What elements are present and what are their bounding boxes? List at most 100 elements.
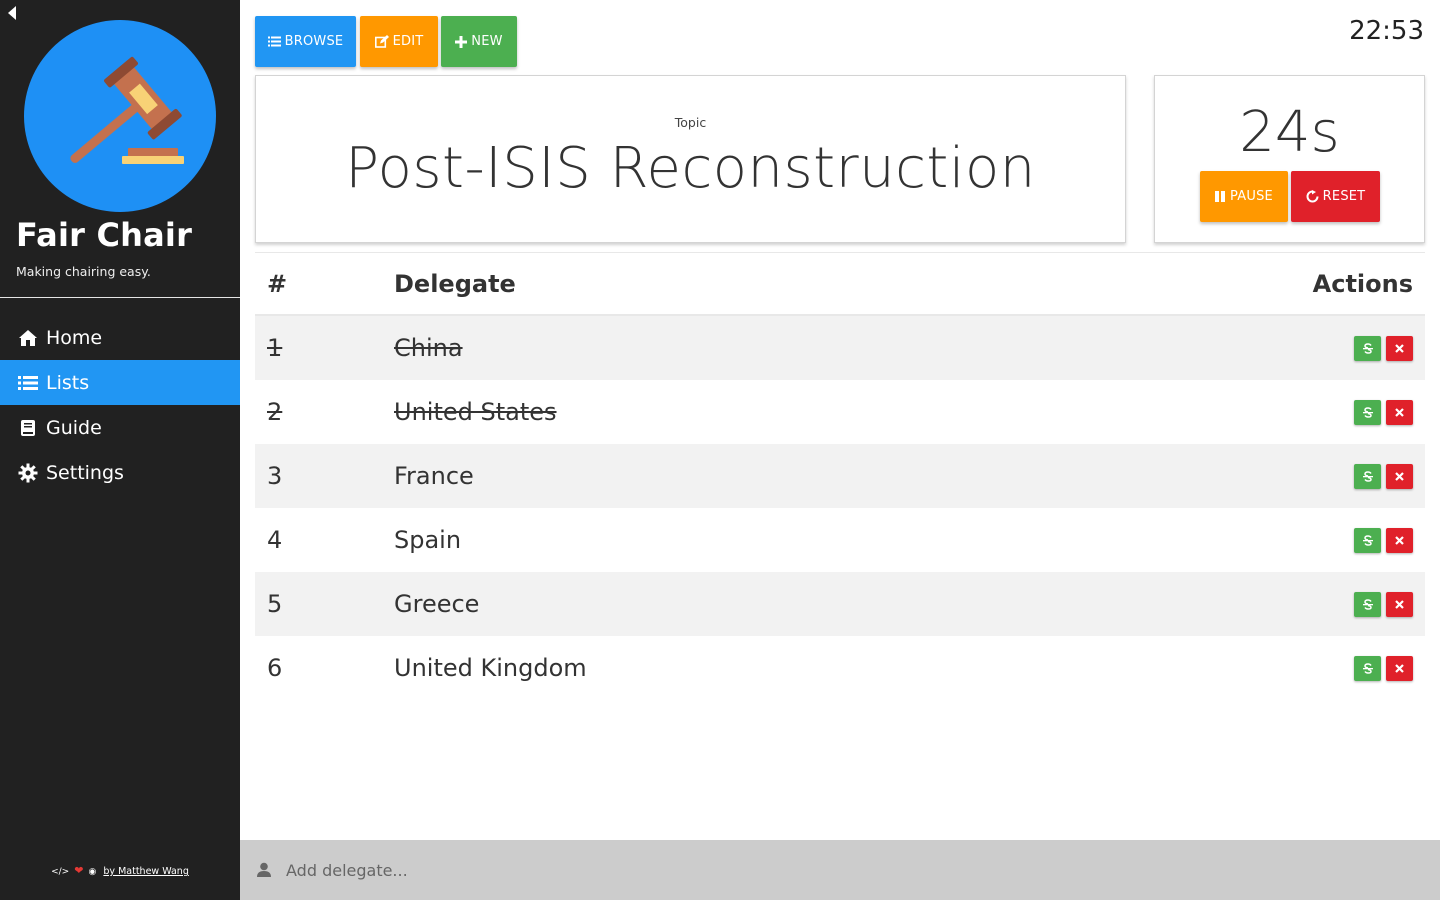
row-delegate-cell: Greece [394, 590, 1225, 618]
strike-button[interactable] [1354, 399, 1381, 425]
app-logo [24, 20, 216, 212]
table-row: 1 China [255, 316, 1425, 380]
header-actions: Actions [1312, 269, 1413, 298]
pause-label: PAUSE [1230, 189, 1273, 204]
strike-button[interactable] [1354, 335, 1381, 361]
browse-label: BROWSE [284, 34, 344, 49]
sidebar-item-guide[interactable]: Guide [0, 405, 240, 450]
edit-label: EDIT [392, 34, 424, 49]
row-num: 6 [267, 654, 283, 682]
table-body: 1 China 2 United States 3 France 4 Spain 5 Greece… [255, 316, 1425, 700]
sidebar-item-label: Settings [46, 461, 124, 484]
row-delegate-cell: Spain [394, 526, 1225, 554]
remove-button[interactable] [1386, 335, 1413, 361]
strike-button[interactable] [1354, 591, 1381, 617]
row-actions [1225, 655, 1425, 681]
close-icon [1395, 599, 1404, 609]
table-row: 6 United Kingdom [255, 636, 1425, 700]
close-icon [1395, 663, 1404, 673]
remove-button[interactable] [1386, 591, 1413, 617]
close-icon [1395, 535, 1404, 545]
strikethrough-icon [1362, 342, 1373, 354]
remove-button[interactable] [1386, 463, 1413, 489]
row-delegate-cell: China [394, 334, 1225, 362]
close-icon [1395, 407, 1404, 417]
table-row: 5 Greece [255, 572, 1425, 636]
table-header: # Delegate Actions [255, 253, 1425, 316]
row-actions [1225, 591, 1425, 617]
sidebar: Fair Chair Making chairing easy. Home Li… [0, 0, 240, 900]
heart-icon: ❤ [74, 864, 84, 877]
close-icon [1395, 471, 1404, 481]
sidebar-item-lists[interactable]: Lists [0, 360, 240, 405]
app-tagline: Making chairing easy. [16, 264, 151, 279]
sidebar-item-label: Home [46, 326, 103, 349]
row-delegate: France [394, 462, 474, 490]
list-icon [267, 36, 281, 47]
strikethrough-icon [1362, 534, 1373, 546]
row-actions [1225, 399, 1425, 425]
strikethrough-icon [1362, 470, 1373, 482]
row-delegate-cell: France [394, 462, 1225, 490]
plus-icon [455, 35, 468, 48]
row-num: 1 [267, 334, 283, 362]
row-delegate: Spain [394, 526, 462, 554]
strike-button[interactable] [1354, 463, 1381, 489]
row-num: 4 [267, 526, 283, 554]
row-num-cell: 1 [255, 334, 394, 362]
app-title: Fair Chair [16, 216, 193, 254]
sidebar-divider [0, 297, 240, 298]
row-delegate-cell: United States [394, 398, 1225, 426]
author-link[interactable]: by Matthew Wang [103, 866, 188, 877]
gear-icon [18, 463, 38, 483]
browse-button[interactable]: BROWSE [255, 16, 356, 67]
code-icon: </> [51, 867, 70, 877]
topic-title: Post-ISIS Reconstruction [345, 136, 1036, 201]
strike-button[interactable] [1354, 527, 1381, 553]
table-row: 3 France [255, 444, 1425, 508]
row-num: 2 [267, 398, 283, 426]
row-delegate: Greece [394, 590, 480, 618]
strike-button[interactable] [1354, 655, 1381, 681]
collapse-sidebar-icon[interactable] [8, 6, 16, 20]
pause-button[interactable]: PAUSE [1200, 171, 1288, 222]
reset-button[interactable]: RESET [1291, 171, 1380, 222]
sidebar-item-home[interactable]: Home [0, 315, 240, 360]
home-icon [18, 328, 38, 348]
row-num-cell: 4 [255, 526, 394, 554]
row-num-cell: 5 [255, 590, 394, 618]
sidebar-nav: Home Lists Guide Settings [0, 315, 240, 495]
header-delegate: Delegate [394, 269, 516, 298]
book-icon [18, 418, 38, 438]
edit-button[interactable]: EDIT [360, 16, 438, 67]
remove-button[interactable] [1386, 399, 1413, 425]
new-label: NEW [471, 34, 503, 49]
row-num-cell: 6 [255, 654, 394, 682]
row-actions [1225, 527, 1425, 553]
reset-label: RESET [1322, 189, 1366, 204]
row-num: 3 [267, 462, 283, 490]
github-icon[interactable]: ◉ [89, 867, 97, 877]
topic-label: Topic [674, 115, 707, 130]
remove-button[interactable] [1386, 527, 1413, 553]
remove-button[interactable] [1386, 655, 1413, 681]
sidebar-item-settings[interactable]: Settings [0, 450, 240, 495]
user-icon [257, 862, 271, 878]
row-num-cell: 2 [255, 398, 394, 426]
row-num-cell: 3 [255, 462, 394, 490]
sidebar-item-label: Guide [46, 416, 102, 439]
table-row: 4 Spain [255, 508, 1425, 572]
new-button[interactable]: NEW [441, 16, 517, 67]
add-delegate-bar [240, 840, 1440, 900]
header-num: # [267, 269, 288, 298]
pause-icon [1215, 191, 1226, 202]
strikethrough-icon [1362, 406, 1373, 418]
strikethrough-icon [1362, 662, 1373, 674]
row-delegate: United States [394, 398, 557, 426]
row-delegate: China [394, 334, 463, 362]
list-icon [18, 373, 38, 393]
speakers-table: # Delegate Actions 1 China 2 United States 3… [255, 253, 1425, 700]
strikethrough-icon [1362, 598, 1373, 610]
table-row: 2 United States [255, 380, 1425, 444]
add-delegate-input[interactable] [286, 860, 1186, 880]
